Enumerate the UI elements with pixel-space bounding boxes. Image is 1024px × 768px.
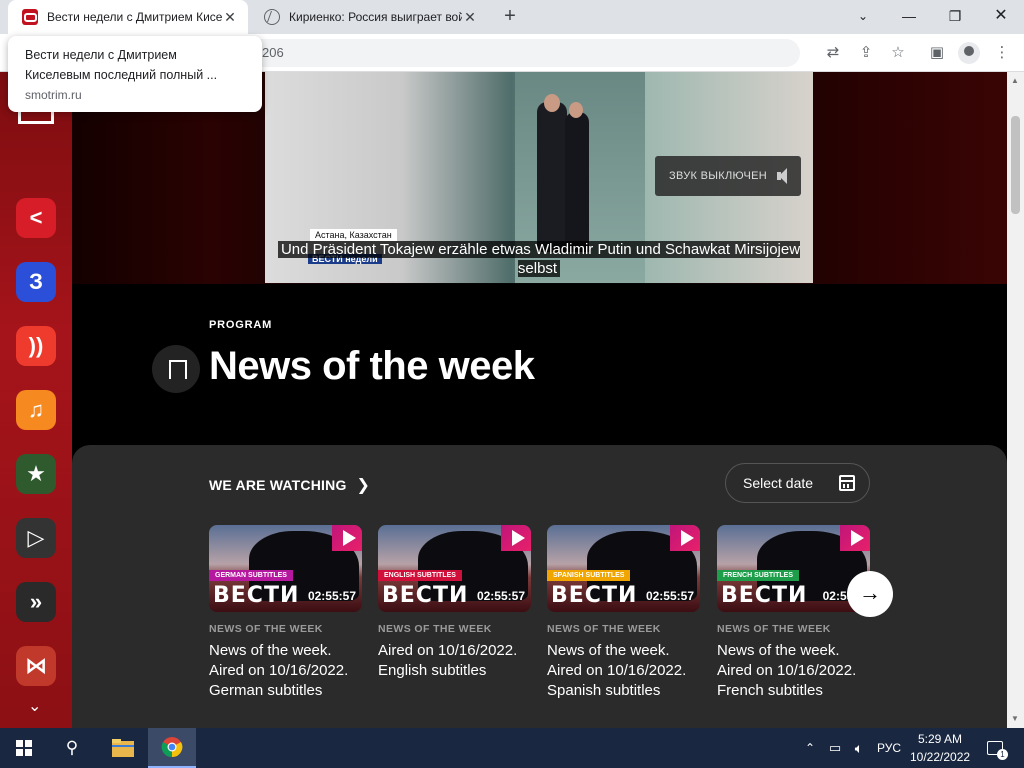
card-kicker: NEWS OF THE WEEK xyxy=(547,623,661,635)
close-tab-icon[interactable]: ✕ xyxy=(462,9,478,26)
video-card[interactable]: FRENCH SUBTITLES ВЕСТИ 02:55:5 NEWS OF T… xyxy=(717,525,870,701)
radio-icon[interactable]: )) xyxy=(16,326,56,366)
select-date-label: Select date xyxy=(743,475,814,491)
card-title[interactable]: News of the week. Aired on 10/16/2022. G… xyxy=(209,641,362,701)
clock-date[interactable]: 10/22/2022 xyxy=(910,750,970,764)
smotrim-favicon-icon xyxy=(22,9,38,25)
tooltip-domain: smotrim.ru xyxy=(25,88,82,102)
play-icon xyxy=(851,530,864,546)
browser-tab-bar: Вести недели с Дмитрием Кисе ✕ Кириенко:… xyxy=(0,0,1024,34)
tray-chevron-up-icon[interactable]: ⌃ xyxy=(800,728,820,768)
vesti-icon[interactable]: З xyxy=(16,262,56,302)
card-kicker: NEWS OF THE WEEK xyxy=(209,623,323,635)
profile-avatar[interactable] xyxy=(958,42,980,64)
network-icon[interactable]: ▭ xyxy=(824,728,846,768)
video-thumbnail[interactable]: GERMAN SUBTITLES ВЕСТИ 02:55:57 xyxy=(209,525,362,612)
tab-vesti-nedeli[interactable]: Вести недели с Дмитрием Кисе ✕ xyxy=(8,0,248,34)
vesti-logo: ВЕСТИ xyxy=(551,583,638,608)
video-thumbnail[interactable]: SPANISH SUBTITLES ВЕСТИ 02:55:57 xyxy=(547,525,700,612)
vesti-logo: ВЕСТИ xyxy=(382,583,469,608)
speaker-muted-icon xyxy=(777,168,787,184)
new-tab-button[interactable]: + xyxy=(498,4,522,28)
globe-favicon-icon xyxy=(264,9,280,25)
carousel-next-arrow-icon[interactable]: → xyxy=(847,571,893,617)
translate-icon[interactable]: ⇄ xyxy=(823,43,843,63)
search-icon[interactable]: ⚲ xyxy=(48,728,96,768)
volume-icon[interactable]: 🔈︎ xyxy=(848,728,870,768)
close-tab-icon[interactable]: ✕ xyxy=(222,9,238,26)
windows-taskbar: ⚲ ⌃ ▭ 🔈︎ РУС 5:29 AM 10/22/2022 1 xyxy=(0,728,1024,768)
star-icon[interactable]: ★ xyxy=(16,454,56,494)
chevron-right-icon: ❯ xyxy=(356,477,371,494)
close-window-button[interactable]: ✕ xyxy=(978,2,1024,30)
video-thumbnail[interactable]: ENGLISH SUBTITLES ВЕСТИ 02:55:57 xyxy=(378,525,531,612)
subtitle-tag: FRENCH SUBTITLES xyxy=(717,570,799,581)
menu-kebab-icon[interactable]: ⋮ xyxy=(992,43,1012,63)
video-card[interactable]: GERMAN SUBTITLES ВЕСТИ 02:55:57 NEWS OF … xyxy=(209,525,362,701)
vesti-logo: ВЕСТИ xyxy=(721,583,808,608)
chevron-down-icon[interactable]: ⌄ xyxy=(28,696,41,716)
video-card[interactable]: SPANISH SUBTITLES ВЕСТИ 02:55:57 NEWS OF… xyxy=(547,525,700,701)
card-kicker: NEWS OF THE WEEK xyxy=(717,623,831,635)
sound-off-button[interactable]: ЗВУК ВЫКЛЮЧЕН xyxy=(655,156,801,196)
subtitle-tag: ENGLISH SUBTITLES xyxy=(378,570,462,581)
tab-search-chevron-icon[interactable]: ⌄ xyxy=(840,2,886,30)
card-title[interactable]: Aired on 10/16/2022. English subtitles xyxy=(378,641,531,681)
page-content: < З )) ♫ ★ ▷ » ⋈ ⌄ Астана, Казахстан ВЕС… xyxy=(0,72,1007,728)
tab-title: Вести недели с Дмитрием Кисе xyxy=(47,10,222,24)
address-text: 206 xyxy=(262,45,284,60)
side-panel-icon[interactable]: ▣ xyxy=(927,43,947,63)
play-icon xyxy=(343,530,356,546)
address-bar[interactable]: 206 xyxy=(230,39,800,67)
program-label: PROGRAM xyxy=(209,319,273,331)
smotrim-icon[interactable]: < xyxy=(16,198,56,238)
share-icon[interactable]: ⇪ xyxy=(856,43,876,63)
tab-hover-tooltip: Вести недели с Дмитрием Киселевым послед… xyxy=(8,36,262,112)
duration-label: 02:55:57 xyxy=(307,589,356,603)
watching-panel: WE ARE WATCHING ❯ Select date GERMAN SUB… xyxy=(72,445,1007,728)
file-explorer-icon[interactable] xyxy=(100,728,146,768)
watching-heading: WE ARE WATCHING xyxy=(209,477,347,493)
keyboard-language[interactable]: РУС xyxy=(877,741,901,755)
notification-center-icon[interactable]: 1 xyxy=(980,728,1010,768)
windows-start-icon[interactable] xyxy=(0,728,48,768)
we-are-watching-link[interactable]: WE ARE WATCHING ❯ xyxy=(209,475,370,495)
bookmark-button[interactable] xyxy=(152,345,200,393)
card-kicker: NEWS OF THE WEEK xyxy=(378,623,492,635)
restore-button[interactable]: ❐ xyxy=(932,2,978,30)
subtitle-tag: GERMAN SUBTITLES xyxy=(209,570,293,581)
tab-kirienko[interactable]: Кириенко: Россия выиграет вой ✕ xyxy=(250,0,488,34)
subtitle-tag: SPANISH SUBTITLES xyxy=(547,570,631,581)
calendar-icon xyxy=(839,475,855,491)
scroll-up-icon[interactable]: ▲ xyxy=(1011,76,1019,85)
clock-time[interactable]: 5:29 AM xyxy=(917,732,963,746)
arrows-icon[interactable]: » xyxy=(16,582,56,622)
minimize-button[interactable]: — xyxy=(886,2,932,30)
page-scrollbar[interactable]: ▲ ▼ xyxy=(1007,72,1024,728)
scroll-down-icon[interactable]: ▼ xyxy=(1011,714,1019,723)
vesti-logo: ВЕСТИ xyxy=(213,583,300,608)
sound-off-label: ЗВУК ВЫКЛЮЧЕН xyxy=(669,170,768,182)
card-title[interactable]: News of the week. Aired on 10/16/2022. S… xyxy=(547,641,700,701)
bookmark-icon xyxy=(169,372,183,378)
bowtie-icon[interactable]: ⋈ xyxy=(16,646,56,686)
music-icon[interactable]: ♫ xyxy=(16,390,56,430)
tab-title: Кириенко: Россия выиграет вой xyxy=(289,10,462,24)
tooltip-title: Вести недели с Дмитрием Киселевым послед… xyxy=(25,48,218,82)
video-subtitle: Und Präsident Tokajew erzähle etwas Wlad… xyxy=(265,240,813,278)
scrollbar-thumb[interactable] xyxy=(1011,116,1020,214)
video-card[interactable]: ENGLISH SUBTITLES ВЕСТИ 02:55:57 NEWS OF… xyxy=(378,525,531,681)
play-icon xyxy=(512,530,525,546)
chrome-taskbar-icon[interactable] xyxy=(148,728,196,768)
duration-label: 02:55:57 xyxy=(645,589,694,603)
bookmark-star-icon[interactable]: ☆ xyxy=(888,43,908,63)
app-sidebar: < З )) ♫ ★ ▷ » ⋈ ⌄ xyxy=(0,72,72,728)
card-title[interactable]: News of the week. Aired on 10/16/2022. F… xyxy=(717,641,870,701)
page-title: News of the week xyxy=(209,344,535,388)
play-icon xyxy=(681,530,694,546)
notification-count: 1 xyxy=(997,749,1008,760)
duration-label: 02:55:57 xyxy=(476,589,525,603)
play-icon[interactable]: ▷ xyxy=(16,518,56,558)
select-date-button[interactable]: Select date xyxy=(725,463,870,503)
